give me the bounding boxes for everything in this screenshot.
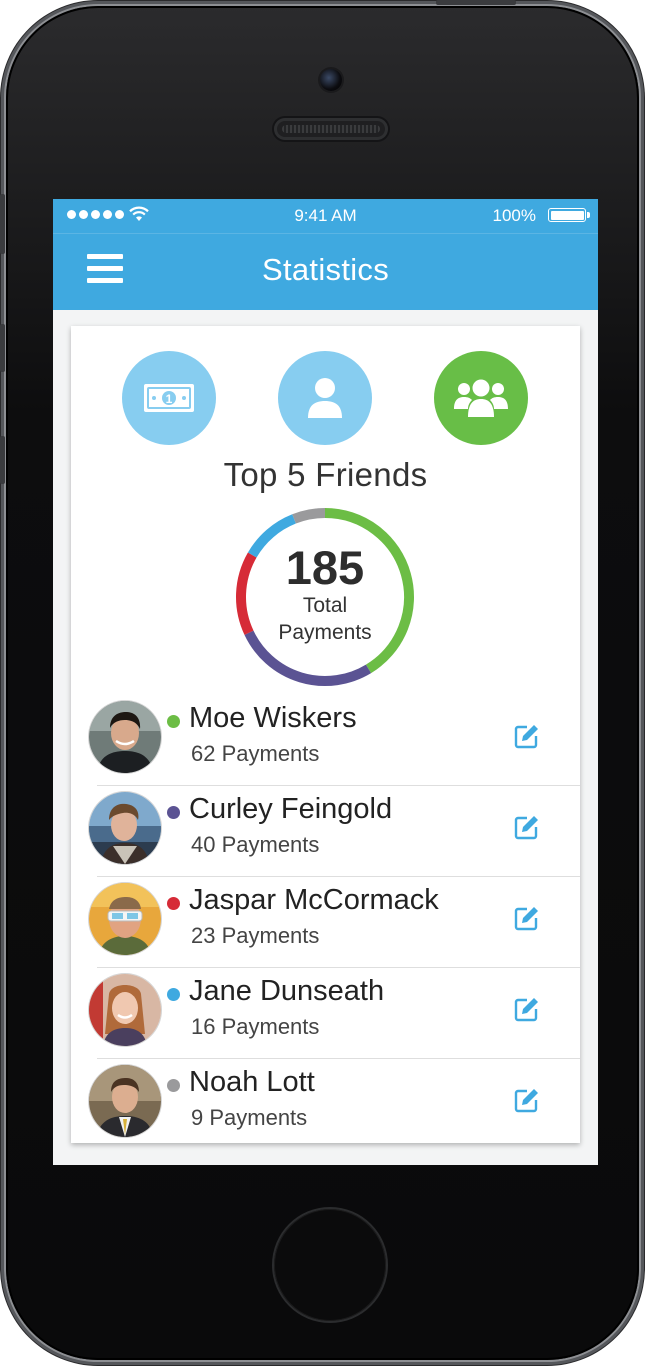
battery-percent: 100% (492, 206, 536, 225)
avatar (89, 1065, 161, 1137)
list-item[interactable]: Curley Feingold 40 Payments (89, 785, 580, 876)
friend-payments: 40 Payments (191, 832, 320, 857)
edit-icon[interactable] (513, 813, 541, 841)
friend-payments: 23 Payments (191, 923, 320, 948)
friend-payments: 62 Payments (191, 741, 320, 766)
edit-icon[interactable] (513, 722, 541, 750)
friend-name: Curley Feingold (189, 793, 393, 825)
volume-up-button (0, 324, 5, 372)
app-screen: 9:41 AM 100% Statistics 1 Top 5 Friends … (53, 199, 598, 1165)
volume-down-button (0, 436, 5, 484)
series-color-dot (167, 897, 180, 910)
friend-name: Noah Lott (189, 1066, 315, 1098)
earpiece-speaker (274, 118, 388, 140)
avatar (89, 974, 161, 1046)
list-item[interactable]: Moe Wiskers 62 Payments (71, 695, 580, 785)
users-group-icon (454, 379, 508, 417)
edit-icon[interactable] (513, 995, 541, 1023)
friend-payments: 16 Payments (191, 1014, 320, 1039)
battery-icon (548, 208, 590, 222)
friend-payments: 9 Payments (191, 1105, 308, 1130)
total-payments-value: 185 (285, 541, 365, 594)
friend-name: Jaspar McCormack (189, 884, 439, 916)
avatar (89, 883, 161, 955)
series-color-dot (167, 715, 180, 728)
money-bill-icon: 1 (144, 384, 194, 412)
list-item[interactable]: Jane Dunseath 16 Payments (89, 967, 580, 1058)
page-title: Statistics (261, 252, 390, 287)
home-button[interactable] (274, 1209, 386, 1321)
donut-center-label: 185 Total Payments (235, 507, 415, 687)
edit-icon[interactable] (513, 904, 541, 932)
svg-text:1: 1 (166, 392, 173, 406)
tab-money[interactable]: 1 (122, 351, 216, 445)
total-payments-label: Total Payments (278, 594, 372, 644)
front-camera (320, 69, 342, 91)
power-button (436, 0, 516, 5)
list-item[interactable]: Jaspar McCormack 23 Payments (89, 876, 580, 967)
silent-switch (0, 194, 5, 254)
edit-icon[interactable] (513, 1086, 541, 1114)
avatar (89, 701, 161, 773)
tab-friends[interactable] (434, 351, 528, 445)
avatar (89, 792, 161, 864)
statistics-card: 1 Top 5 Friends 185 Total Payments Moe W… (71, 326, 580, 1143)
friend-name: Jane Dunseath (189, 975, 385, 1007)
series-color-dot (167, 1079, 180, 1092)
friends-list: Moe Wiskers 62 Payments Curley Feingold … (71, 695, 580, 1149)
series-color-dot (167, 988, 180, 1001)
friend-name: Moe Wiskers (189, 702, 357, 734)
tab-person[interactable] (278, 351, 372, 445)
user-icon (308, 378, 342, 418)
nav-bar: Statistics (53, 233, 598, 310)
status-bar: 9:41 AM 100% (53, 199, 598, 233)
list-item[interactable]: Noah Lott 9 Payments (89, 1058, 580, 1149)
section-title: Top 5 Friends (223, 456, 428, 493)
series-color-dot (167, 806, 180, 819)
